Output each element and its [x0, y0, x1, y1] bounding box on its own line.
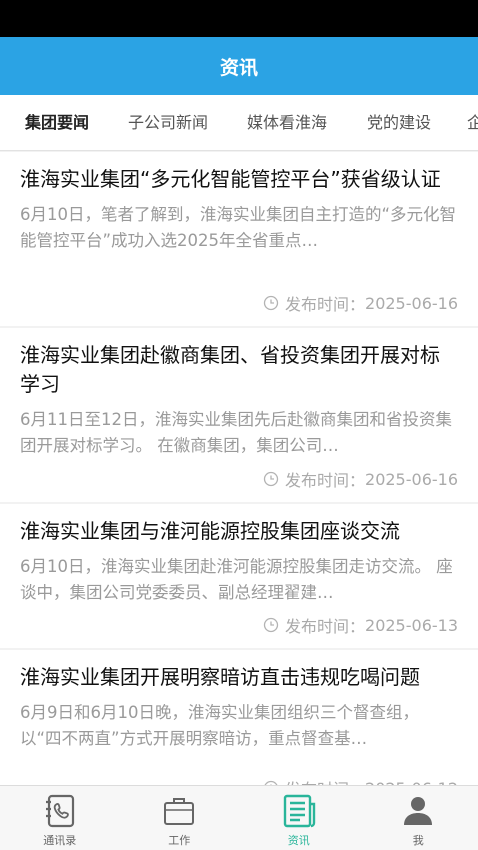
- news-item[interactable]: 淮海实业集团“多元化智能管控平台”获省级认证 6月10日，笔者了解到，淮海实业集…: [0, 152, 478, 326]
- news-title: 淮海实业集团赴徽商集团、省投资集团开展对标学习: [20, 343, 440, 396]
- news-title: 淮海实业集团与淮河能源控股集团座谈交流: [20, 519, 400, 543]
- publish-time-label: 发布时间：: [285, 617, 366, 636]
- news-summary: 6月9日和6月10日晚，淮海实业集团组织三个督查组，以“四不两直”方式开展明察暗…: [20, 703, 419, 748]
- nav-label: 资讯: [287, 834, 310, 847]
- nav-work[interactable]: 工作: [120, 786, 240, 850]
- briefcase-icon: [164, 798, 195, 825]
- news-list: 淮海实业集团“多元化智能管控平台”获省级认证 6月10日，笔者了解到，淮海实业集…: [0, 152, 478, 785]
- news-item[interactable]: 淮海实业集团赴徽商集团、省投资集团开展对标学习 6月11日至12日，淮海实业集团…: [0, 328, 478, 502]
- news-title: 淮海实业集团开展明察暗访直击违规吃喝问题: [20, 665, 420, 689]
- clock-icon: [263, 471, 279, 487]
- tab-subsidiary-news[interactable]: 子公司新闻: [128, 95, 208, 150]
- tab-group-news[interactable]: 集团要闻: [25, 95, 89, 150]
- publish-time-label: 发布时间：: [285, 471, 366, 490]
- nav-news[interactable]: 资讯: [239, 786, 359, 850]
- news-item[interactable]: 淮海实业集团开展明察暗访直击违规吃喝问题 6月9日和6月10日晚，淮海实业集团组…: [0, 650, 478, 785]
- news-item[interactable]: 淮海实业集团与淮河能源控股集团座谈交流 6月10日，淮海实业集团赴淮河能源控股集…: [0, 504, 478, 648]
- publish-date: 2025-06-16: [365, 293, 458, 313]
- news-summary: 6月10日，淮海实业集团赴淮河能源控股集团走访交流。 座谈中，集团公司党委委员、…: [20, 557, 453, 602]
- news-meta: 发布时间： 2025-06-12: [263, 776, 458, 785]
- news-meta: 发布时间： 2025-06-13: [263, 613, 458, 637]
- nav-me[interactable]: 我: [359, 786, 478, 850]
- news-title: 淮海实业集团“多元化智能管控平台”获省级认证: [20, 167, 441, 191]
- bottom-nav: 通讯录 工作 资讯 我: [0, 785, 478, 850]
- news-icon: [283, 794, 315, 828]
- publish-time-label: 发布时间：: [285, 295, 366, 314]
- news-meta: 发布时间： 2025-06-16: [263, 467, 458, 491]
- news-meta: 发布时间： 2025-06-16: [263, 291, 458, 315]
- publish-time-label: 发布时间：: [285, 776, 365, 785]
- app-header: 资讯: [0, 37, 478, 95]
- nav-label: 工作: [168, 834, 191, 847]
- news-summary: 6月11日至12日，淮海实业集团先后赴徽商集团和省投资集团开展对标学习。 在徽商…: [20, 410, 452, 455]
- contacts-icon: [45, 794, 74, 828]
- publish-date: 2025-06-16: [365, 469, 458, 489]
- nav-label: 通讯录: [43, 834, 77, 847]
- nav-contacts[interactable]: 通讯录: [0, 786, 120, 850]
- tab-media-view[interactable]: 媒体看淮海: [247, 95, 327, 150]
- user-icon: [404, 797, 433, 825]
- clock-icon: [263, 617, 279, 633]
- tab-party-building[interactable]: 党的建设: [367, 95, 431, 150]
- category-tabs: 集团要闻 子公司新闻 媒体看淮海 党的建设 企: [0, 95, 478, 151]
- nav-label: 我: [412, 834, 424, 847]
- clock-icon: [263, 295, 279, 311]
- news-summary: 6月10日，笔者了解到，淮海实业集团自主打造的“多元化智能管控平台”成功入选20…: [20, 205, 457, 250]
- publish-date: 2025-06-13: [365, 615, 458, 635]
- status-bar: [0, 0, 478, 37]
- page-title: 资讯: [219, 56, 258, 79]
- tab-more[interactable]: 企: [467, 95, 478, 150]
